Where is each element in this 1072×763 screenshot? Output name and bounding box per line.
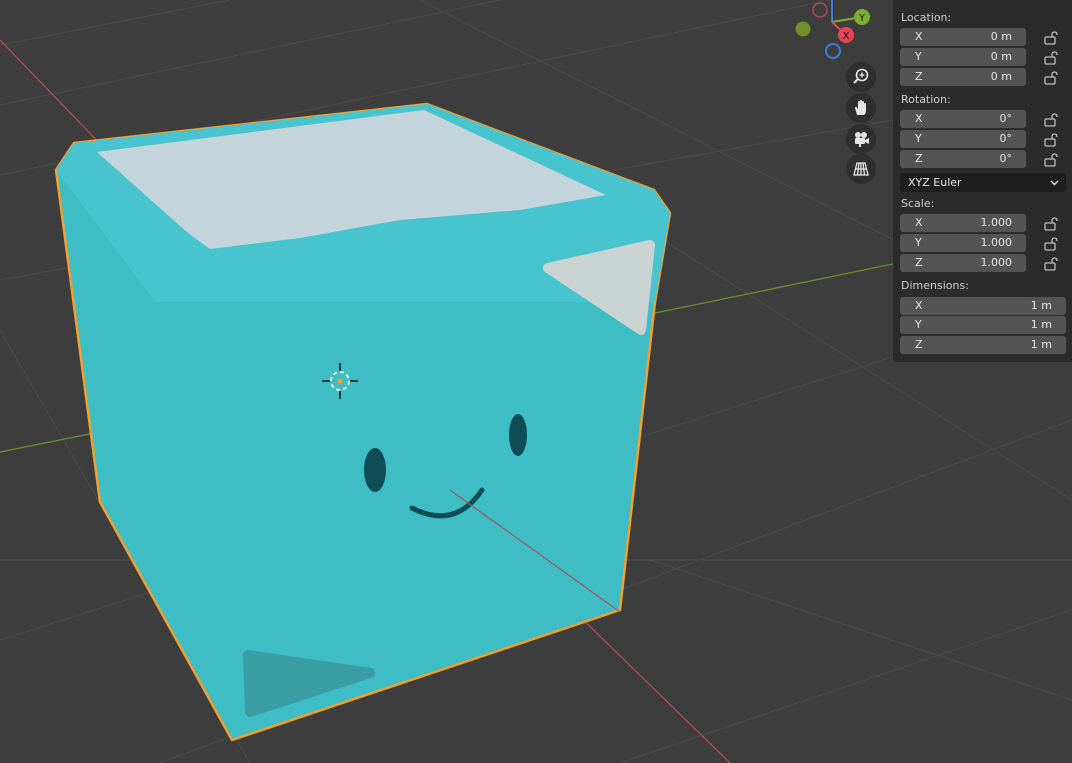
- rotation-x-lock-icon[interactable]: [1043, 112, 1059, 128]
- location-x-lock-icon[interactable]: [1043, 30, 1059, 46]
- field-value: 0 m: [990, 30, 1012, 43]
- axis-label: X: [915, 30, 923, 43]
- rotation-label: Rotation:: [901, 93, 951, 106]
- location-y-field[interactable]: Y 0 m: [900, 48, 1026, 66]
- axis-label: X: [915, 299, 923, 312]
- scale-y-lock-icon[interactable]: [1043, 236, 1059, 252]
- y-axis-line-right: [654, 263, 894, 314]
- transform-panel: Location: X 0 m Y 0 m Z 0 m Rotation: X 0° Y…: [893, 0, 1072, 362]
- dimensions-x-field[interactable]: X 1 m: [900, 297, 1066, 315]
- field-value: 1 m: [1030, 338, 1052, 351]
- field-value: 0 m: [990, 70, 1012, 83]
- navigation-gizmo[interactable]: Y X: [795, 0, 871, 59]
- pan-hand-icon: [855, 100, 866, 115]
- ortho-toggle-button[interactable]: [846, 154, 876, 184]
- location-y-lock-icon[interactable]: [1043, 50, 1059, 66]
- gizmo-neg-y-ball[interactable]: [795, 21, 811, 37]
- axis-label: X: [915, 216, 923, 229]
- dimensions-label: Dimensions:: [901, 279, 969, 292]
- scale-label: Scale:: [901, 197, 935, 210]
- axis-label: Y: [915, 132, 922, 145]
- axis-label: Z: [915, 70, 923, 83]
- axis-label: Y: [915, 236, 922, 249]
- gizmo-y-label: Y: [858, 13, 866, 24]
- axis-label: Z: [915, 152, 923, 165]
- axis-label: Z: [915, 256, 923, 269]
- rotation-y-lock-icon[interactable]: [1043, 132, 1059, 148]
- rotation-x-field[interactable]: X 0°: [900, 110, 1026, 128]
- field-value: 1.000: [980, 216, 1013, 229]
- location-label: Location:: [901, 11, 952, 24]
- field-value: 1 m: [1030, 299, 1052, 312]
- gizmo-neg-x-ball[interactable]: [812, 2, 828, 18]
- field-value: 0°: [999, 132, 1013, 145]
- scale-z-field[interactable]: Z 1.000: [900, 254, 1026, 272]
- cube-eye-right: [509, 414, 527, 456]
- rotation-z-lock-icon[interactable]: [1043, 152, 1059, 168]
- location-z-lock-icon[interactable]: [1043, 70, 1059, 86]
- axis-label: X: [915, 112, 923, 125]
- dimensions-y-field[interactable]: Y 1 m: [900, 316, 1066, 334]
- field-value: 0°: [999, 152, 1013, 165]
- cube-eye-left: [364, 448, 386, 492]
- axis-label: Z: [915, 338, 923, 351]
- scale-z-lock-icon[interactable]: [1043, 256, 1059, 272]
- gizmo-neg-z-ball[interactable]: [825, 43, 841, 59]
- zoom-icon: [853, 68, 869, 84]
- location-x-field[interactable]: X 0 m: [900, 28, 1026, 46]
- scale-y-field[interactable]: Y 1.000: [900, 234, 1026, 252]
- zoom-button[interactable]: [846, 62, 876, 92]
- scale-x-field[interactable]: X 1.000: [900, 214, 1026, 232]
- field-value: 0°: [999, 112, 1013, 125]
- rotation-y-field[interactable]: Y 0°: [900, 130, 1026, 148]
- rotation-mode-value: XYZ Euler: [908, 176, 962, 189]
- chevron-down-icon: [1050, 180, 1059, 186]
- gizmo-x-label: X: [843, 31, 850, 42]
- field-value: 0 m: [990, 50, 1012, 63]
- rotation-z-field[interactable]: Z 0°: [900, 150, 1026, 168]
- field-value: 1 m: [1030, 318, 1052, 331]
- scale-x-lock-icon[interactable]: [1043, 216, 1059, 232]
- location-z-field[interactable]: Z 0 m: [900, 68, 1026, 86]
- field-value: 1.000: [980, 236, 1013, 249]
- axis-label: Y: [915, 50, 922, 63]
- rotation-mode-select[interactable]: XYZ Euler: [900, 173, 1066, 192]
- dimensions-z-field[interactable]: Z 1 m: [900, 336, 1066, 354]
- camera-view-button[interactable]: [846, 124, 876, 154]
- pan-button[interactable]: [846, 93, 876, 123]
- axis-label: Y: [915, 318, 922, 331]
- field-value: 1.000: [980, 256, 1013, 269]
- ortho-grid-icon: [853, 162, 869, 176]
- camera-view-icon: [855, 132, 869, 147]
- cube-object[interactable]: [54, 102, 672, 742]
